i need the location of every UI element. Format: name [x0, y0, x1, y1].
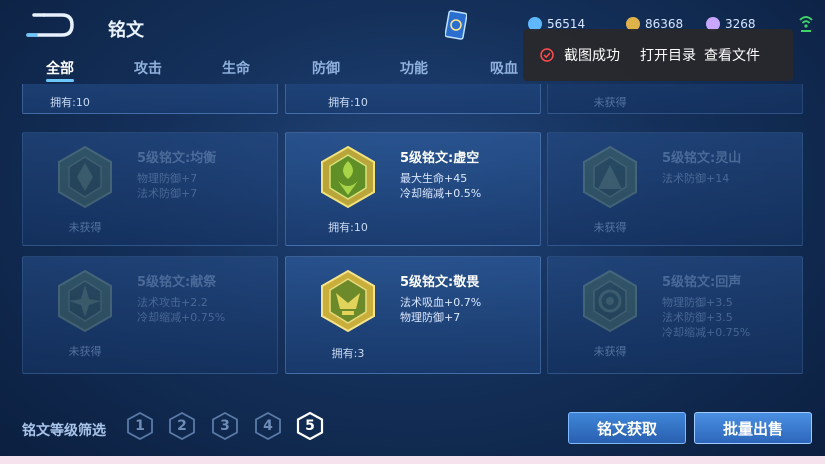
level-filter-4-label: 4	[263, 418, 273, 434]
inscription-emblem-icon	[583, 269, 637, 333]
category-tabs: 全部 攻击 生命 防御 功能 吸血	[0, 56, 560, 84]
tab-utility[interactable]: 功能	[400, 58, 428, 78]
inscription-card[interactable]: 5级铭文:灵山 法术防御+14 未获得	[547, 132, 803, 246]
inscription-card[interactable]: 5级铭文:回声 物理防御+3.5 法术防御+3.5 冷却缩减+0.75% 未获得	[547, 256, 803, 374]
card-name: 5级铭文:灵山	[662, 151, 742, 166]
inscription-emblem-icon	[321, 145, 375, 209]
tab-health[interactable]: 生命	[222, 58, 250, 78]
inscription-emblem-icon	[583, 145, 637, 209]
inscription-card-icon[interactable]	[445, 10, 467, 40]
level-filter-5-label: 5	[305, 418, 315, 434]
check-circle-icon	[540, 48, 554, 62]
inscription-grid: 拥有:10 拥有:10 未获得 5级铭文:均衡 物理防御+7 法术防御+7 未获…	[0, 84, 825, 396]
view-file-link[interactable]: 查看文件	[704, 45, 760, 65]
level-filter-2-label: 2	[177, 418, 187, 434]
card-stat: 物理防御+7	[400, 311, 461, 324]
card-status: 未获得	[68, 221, 102, 234]
inscription-card[interactable]: 拥有:10	[285, 84, 541, 114]
card-stat: 最大生命+45	[400, 172, 468, 185]
toast-message: 截图成功	[564, 48, 620, 64]
card-stat: 冷却缩减+0.5%	[400, 187, 482, 200]
card-stat: 物理防御+3.5	[662, 296, 733, 309]
inscription-card[interactable]: 5级铭文:均衡 物理防御+7 法术防御+7 未获得	[22, 132, 278, 246]
tab-attack[interactable]: 攻击	[134, 58, 162, 78]
card-status: 未获得	[593, 221, 627, 234]
card-name: 5级铭文:均衡	[137, 151, 217, 166]
card-stat: 法术防御+7	[137, 187, 198, 200]
tab-all[interactable]: 全部	[46, 58, 74, 78]
card-stat: 冷却缩减+0.75%	[137, 311, 226, 324]
wifi-icon	[799, 16, 813, 32]
get-inscription-button[interactable]: 铭文获取	[568, 412, 686, 444]
batch-sell-button[interactable]: 批量出售	[694, 412, 812, 444]
active-tab-indicator	[46, 79, 74, 82]
card-status: 拥有:10	[328, 96, 368, 109]
inscription-emblem-icon	[58, 145, 112, 209]
inscription-card[interactable]: 5级铭文:献祭 法术攻击+2.2 冷却缩减+0.75% 未获得	[22, 256, 278, 374]
card-stat: 法术吸血+0.7%	[400, 296, 482, 309]
card-name: 5级铭文:献祭	[137, 275, 217, 290]
level-filter-3-label: 3	[220, 418, 230, 434]
screenshot-toast: 截图成功 打开目录 查看文件	[523, 29, 793, 81]
tab-defense[interactable]: 防御	[312, 58, 340, 78]
card-status: 未获得	[593, 345, 627, 358]
page-title: 铭文	[108, 20, 144, 41]
inscription-card[interactable]: 拥有:10	[22, 84, 278, 114]
card-status: 未获得	[68, 345, 102, 358]
level-filter-label: 铭文等级筛选	[22, 423, 106, 439]
inscription-card[interactable]: 5级铭文:虚空 最大生命+45 冷却缩减+0.5% 拥有:10	[285, 132, 541, 246]
back-icon[interactable]	[22, 12, 76, 38]
card-status: 拥有:10	[50, 96, 90, 109]
bottom-divider	[0, 456, 825, 464]
card-name: 5级铭文:回声	[662, 275, 742, 290]
card-status: 未获得	[593, 96, 627, 109]
card-stat: 法术防御+3.5	[662, 311, 733, 324]
tab-lifesteal[interactable]: 吸血	[490, 58, 518, 78]
card-stat: 法术防御+14	[662, 172, 730, 185]
card-status: 拥有:3	[331, 347, 365, 360]
card-name: 5级铭文:虚空	[400, 151, 480, 166]
bottom-bar: 铭文等级筛选 1 2 3 4 5 铭文获取 批量出售	[0, 396, 825, 464]
inscription-card[interactable]: 5级铭文:敬畏 法术吸血+0.7% 物理防御+7 拥有:3	[285, 256, 541, 374]
card-status: 拥有:10	[328, 221, 368, 234]
level-filter-1-label: 1	[135, 418, 145, 434]
inscription-emblem-icon	[321, 269, 375, 333]
card-stat: 物理防御+7	[137, 172, 198, 185]
open-directory-link[interactable]: 打开目录	[640, 45, 696, 65]
card-name: 5级铭文:敬畏	[400, 275, 480, 290]
card-stat: 冷却缩减+0.75%	[662, 326, 751, 339]
inscription-card[interactable]: 未获得	[547, 84, 803, 114]
inscription-emblem-icon	[58, 269, 112, 333]
card-stat: 法术攻击+2.2	[137, 296, 208, 309]
